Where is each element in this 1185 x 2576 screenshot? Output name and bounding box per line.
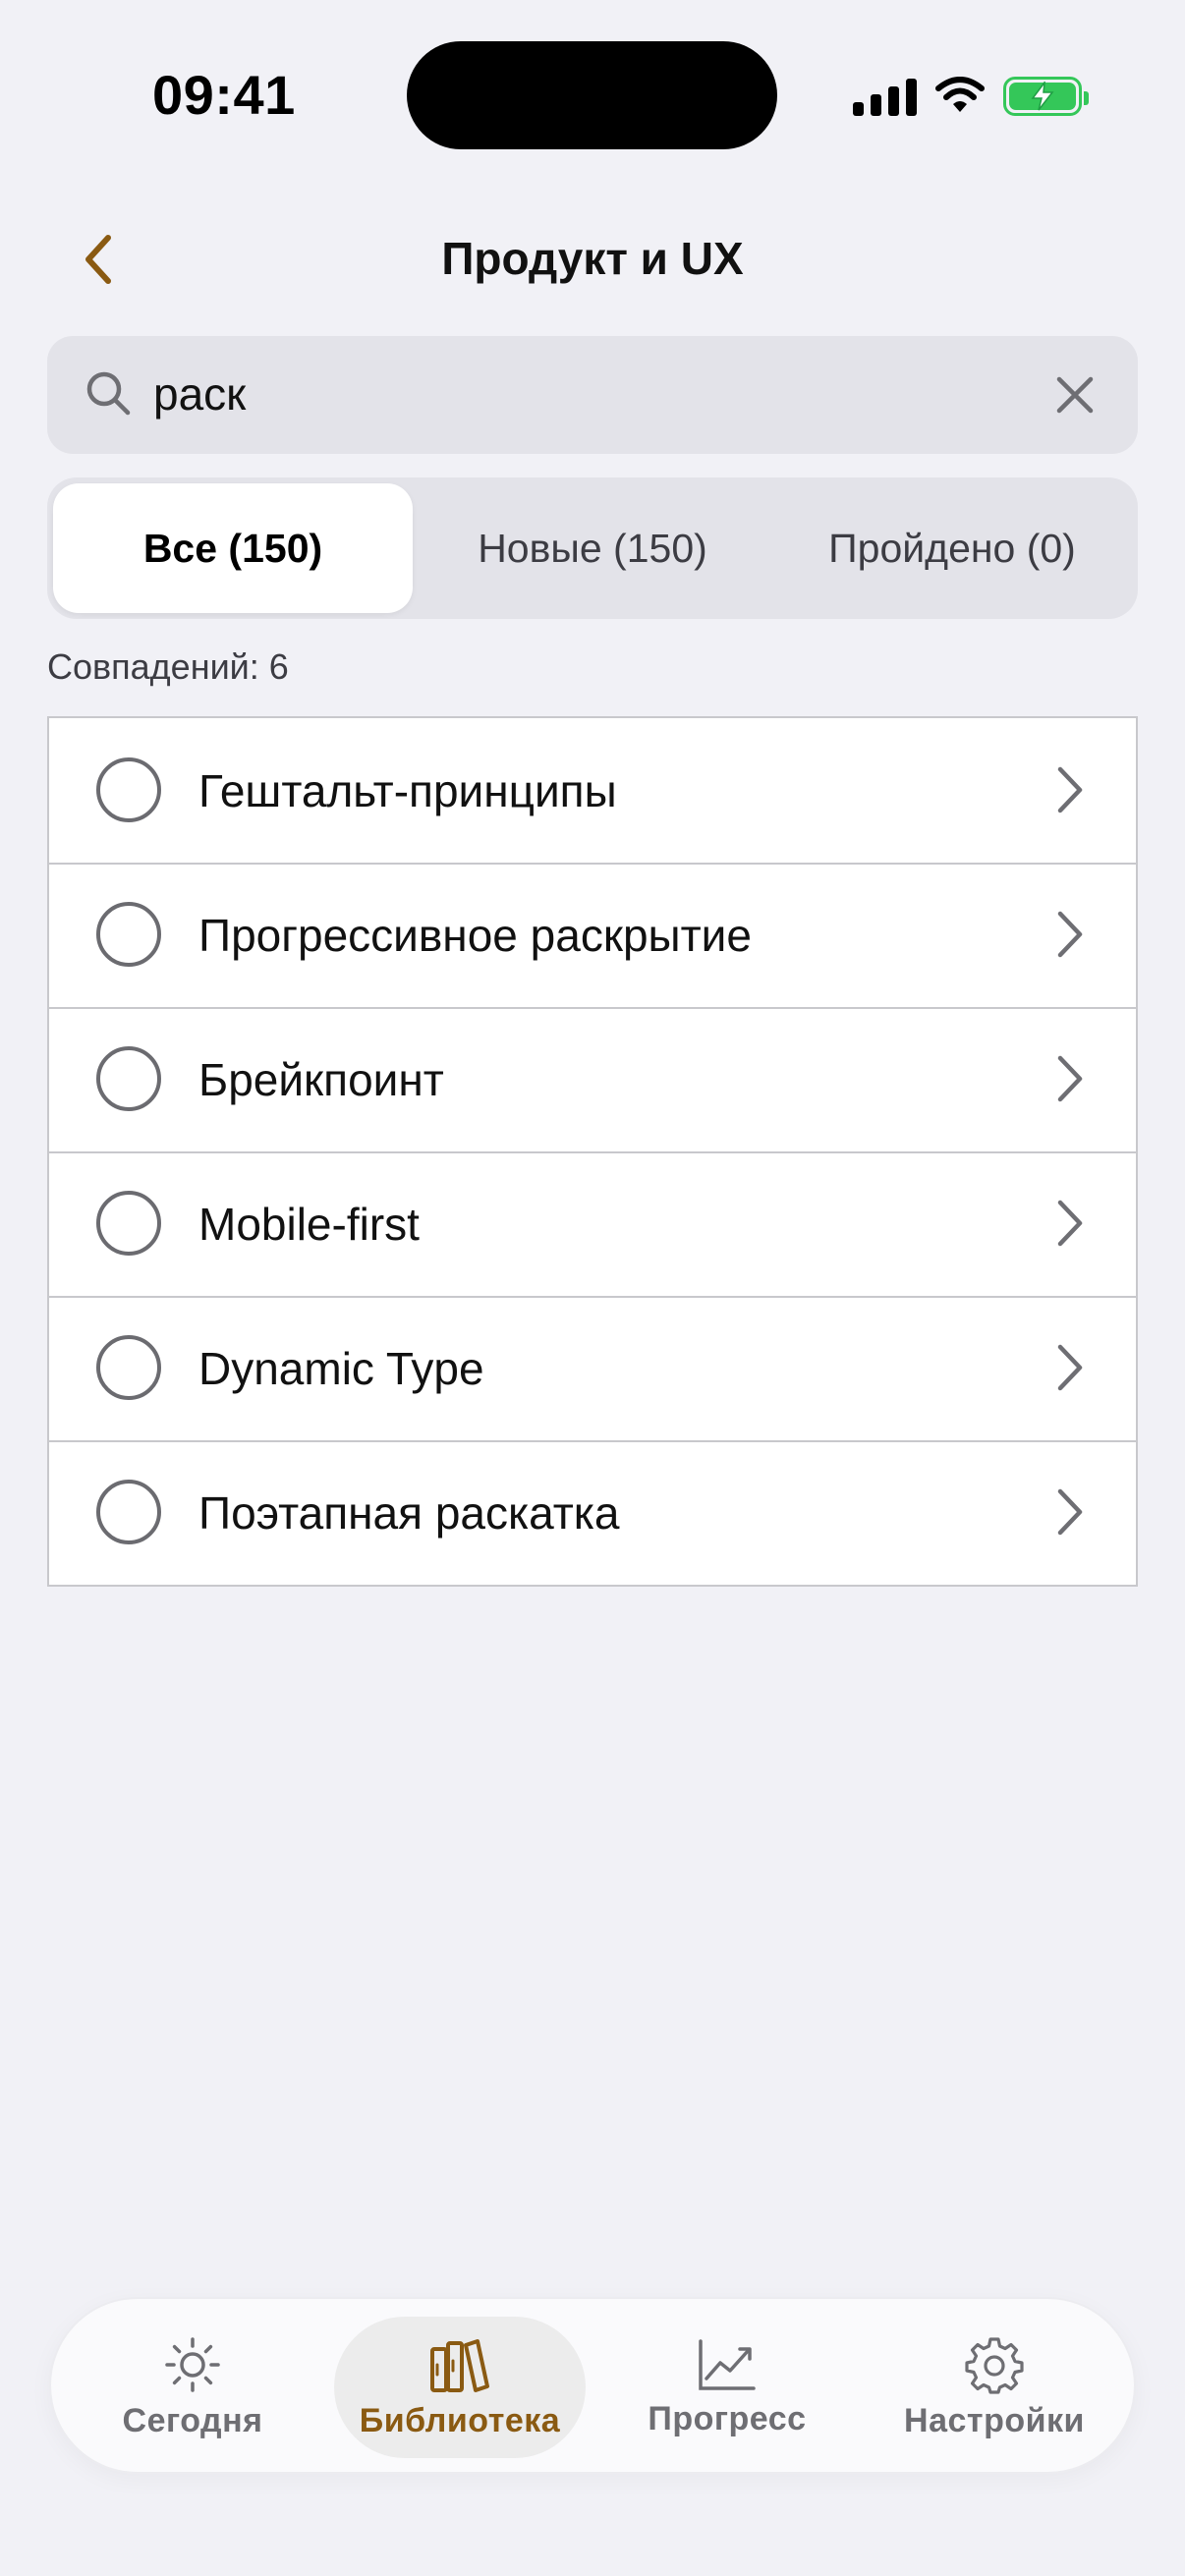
cellular-signal-icon <box>853 77 917 116</box>
search-icon <box>86 371 131 416</box>
screen: 09:41 Продукт и UX раск Все (150) Новые … <box>0 0 1185 2576</box>
status-circle-icon <box>96 1191 161 1256</box>
tab-label: Библиотека <box>359 2401 561 2439</box>
tab-today[interactable]: Сегодня <box>67 2317 318 2458</box>
list-item[interactable]: Mobile-first <box>49 1151 1136 1296</box>
battery-icon <box>1003 77 1089 116</box>
match-count: Совпадений: 6 <box>47 646 289 687</box>
chevron-right-icon <box>1057 1344 1083 1391</box>
status-circle-icon <box>96 757 161 822</box>
search-field[interactable]: раск <box>47 336 1138 454</box>
tab-label: Настройки <box>904 2401 1085 2439</box>
filter-segmented-control: Все (150) Новые (150) Пройдено (0) <box>47 477 1138 619</box>
chart-icon <box>699 2338 756 2390</box>
gear-icon <box>965 2336 1024 2394</box>
wifi-icon <box>935 77 985 112</box>
list-item[interactable]: Прогрессивное раскрытие <box>49 863 1136 1007</box>
tab-bar: Сегодня Библиотека Прогресс Настройки <box>49 2297 1136 2474</box>
tab-progress[interactable]: Прогресс <box>601 2317 853 2458</box>
list-item[interactable]: Брейкпоинт <box>49 1007 1136 1151</box>
list-item[interactable]: Dynamic Type <box>49 1296 1136 1440</box>
chevron-right-icon <box>1057 1200 1083 1247</box>
close-icon <box>1056 376 1094 414</box>
list-item-label: Брейкпоинт <box>198 1053 444 1105</box>
status-circle-icon <box>96 902 161 967</box>
segment-new[interactable]: Новые (150) <box>413 483 772 613</box>
tab-settings[interactable]: Настройки <box>869 2317 1120 2458</box>
status-circle-icon <box>96 1480 161 1544</box>
books-icon <box>430 2338 489 2392</box>
tab-library[interactable]: Библиотека <box>334 2317 586 2458</box>
list-item-label: Поэтапная раскатка <box>198 1486 620 1539</box>
chevron-right-icon <box>1057 1488 1083 1536</box>
chevron-right-icon <box>1057 766 1083 813</box>
chevron-right-icon <box>1057 1055 1083 1102</box>
results-list: Гештальт-принципы Прогрессивное раскрыти… <box>47 716 1138 1587</box>
list-item-label: Прогрессивное раскрытие <box>198 909 752 961</box>
list-item[interactable]: Гештальт-принципы <box>49 718 1136 863</box>
clear-search-button[interactable] <box>1044 364 1106 426</box>
status-time: 09:41 <box>152 64 296 126</box>
status-icons <box>853 71 1089 122</box>
segment-completed[interactable]: Пройдено (0) <box>772 483 1132 613</box>
dynamic-island <box>407 41 777 149</box>
list-item-label: Гештальт-принципы <box>198 764 617 816</box>
segment-all[interactable]: Все (150) <box>53 483 413 613</box>
list-item-label: Mobile-first <box>198 1198 420 1250</box>
list-item-label: Dynamic Type <box>198 1342 484 1394</box>
search-input[interactable]: раск <box>153 367 246 420</box>
page-title: Продукт и UX <box>441 233 744 284</box>
list-item[interactable]: Поэтапная раскатка <box>49 1440 1136 1585</box>
status-bar: 09:41 <box>0 0 1185 187</box>
status-circle-icon <box>96 1335 161 1400</box>
status-circle-icon <box>96 1046 161 1111</box>
tab-label: Сегодня <box>122 2401 263 2439</box>
chevron-right-icon <box>1057 911 1083 958</box>
tab-label: Прогресс <box>648 2399 807 2437</box>
sun-icon <box>165 2336 220 2392</box>
